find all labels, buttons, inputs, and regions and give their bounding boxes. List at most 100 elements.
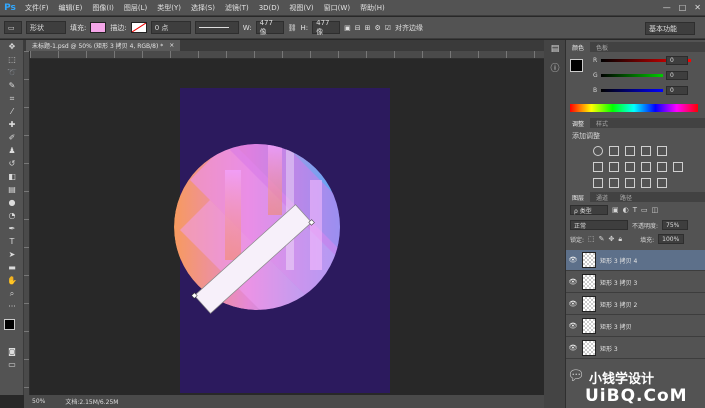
tab-styles[interactable]: 样式 (590, 118, 614, 128)
quick-mask-icon[interactable]: ◙ (0, 345, 24, 358)
brush-tool-icon[interactable]: ✐ (0, 131, 24, 144)
layer-item[interactable]: 👁︎ 矩形 3 拷贝 4 (566, 250, 705, 271)
crop-tool-icon[interactable]: ⌗ (0, 92, 24, 105)
gear-icon[interactable]: ⚙ (374, 24, 380, 32)
blue-slider[interactable] (601, 89, 663, 92)
document-tab[interactable]: 未标题-1.psd @ 50% (矩形 3 拷贝 4, RGB/8) * × (26, 40, 181, 51)
blend-mode-select[interactable]: 正常 (570, 220, 628, 230)
layer-item[interactable]: 👁︎ 矩形 3 拷贝 (566, 316, 705, 337)
tab-adjustments[interactable]: 调整 (566, 118, 591, 128)
path-select-tool-icon[interactable]: ➤ (0, 248, 24, 261)
zoom-level[interactable]: 50% (32, 398, 45, 405)
curves-icon[interactable] (625, 146, 635, 156)
filter-type-icon[interactable]: T (633, 206, 637, 214)
vertical-bar[interactable] (225, 170, 241, 260)
lock-all-icon[interactable]: 🔒︎ (618, 235, 622, 244)
filter-adjust-icon[interactable]: ◐ (623, 206, 629, 214)
blue-value-input[interactable]: 0 (666, 86, 688, 95)
quick-select-tool-icon[interactable]: ✎ (0, 79, 24, 92)
height-input[interactable]: 477 像 (312, 19, 341, 36)
lasso-tool-icon[interactable]: ➰ (0, 66, 24, 79)
gradient-map-icon[interactable] (641, 178, 651, 188)
tab-channels[interactable]: 通道 (590, 192, 614, 202)
path-operations-icon[interactable]: ▣ (344, 24, 351, 32)
lock-move-icon[interactable]: ✥ (609, 235, 615, 243)
filter-smart-icon[interactable]: ◫ (652, 206, 659, 214)
visibility-eye-icon[interactable]: 👁︎ (566, 256, 580, 264)
menu-select[interactable]: 选择(S) (186, 3, 220, 13)
minimize-icon[interactable]: — (663, 3, 671, 12)
pen-tool-icon[interactable]: ✒ (0, 222, 24, 235)
layer-item[interactable]: 👁︎ 矩形 3 拷贝 3 (566, 272, 705, 293)
exposure-icon[interactable] (641, 146, 651, 156)
levels-icon[interactable] (609, 146, 619, 156)
more-tools-icon[interactable]: ··· (0, 300, 24, 313)
brightness-icon[interactable] (593, 146, 603, 156)
color-lookup-icon[interactable] (673, 162, 683, 172)
stroke-width-input[interactable]: 0 点 (150, 21, 191, 34)
rectangle-tool-icon[interactable]: ▬ (0, 261, 24, 274)
posterize-icon[interactable] (609, 178, 619, 188)
history-brush-icon[interactable]: ↺ (0, 157, 24, 170)
menu-image[interactable]: 图像(I) (87, 3, 119, 13)
hand-tool-icon[interactable]: ✋ (0, 274, 24, 287)
hue-saturation-icon[interactable] (593, 162, 603, 172)
menu-type[interactable]: 类型(Y) (152, 3, 186, 13)
foreground-color-swatch[interactable] (4, 319, 15, 330)
workspace-select[interactable]: 基本功能 (645, 22, 695, 35)
marquee-tool-icon[interactable]: ⬚ (0, 53, 24, 66)
channel-mixer-icon[interactable] (657, 162, 667, 172)
document-tab-close-icon[interactable]: × (169, 42, 174, 49)
filter-pixel-icon[interactable]: ▣ (612, 206, 619, 214)
stamp-tool-icon[interactable]: ♟ (0, 144, 24, 157)
artwork-canvas[interactable] (30, 60, 544, 395)
black-white-icon[interactable] (625, 162, 635, 172)
lock-transparent-icon[interactable]: ⬚ (588, 235, 595, 243)
path-arrangement-icon[interactable]: ⊞ (365, 24, 371, 32)
tab-paths[interactable]: 路径 (614, 192, 638, 202)
layer-item[interactable]: 👁︎ 矩形 3 拷贝 2 (566, 294, 705, 315)
threshold-icon[interactable] (625, 178, 635, 188)
layer-item[interactable]: 👁︎ 矩形 3 (566, 338, 705, 359)
type-tool-icon[interactable]: T (0, 235, 24, 248)
menu-3d[interactable]: 3D(D) (254, 4, 285, 12)
menu-filter[interactable]: 滤镜(T) (220, 3, 254, 13)
canvas-area[interactable] (30, 60, 544, 395)
visibility-eye-icon[interactable]: 👁︎ (566, 322, 580, 330)
shape-mode-select[interactable]: 形状 (26, 21, 66, 34)
menu-edit[interactable]: 编辑(E) (54, 3, 88, 13)
history-panel-icon[interactable]: ▤ (544, 40, 566, 58)
menu-layer[interactable]: 图层(L) (119, 3, 152, 13)
fill-input[interactable]: 100% (658, 234, 685, 244)
gradient-tool-icon[interactable]: ▤ (0, 183, 24, 196)
visibility-eye-icon[interactable]: 👁︎ (566, 344, 580, 352)
link-icon[interactable]: ⛓ (288, 24, 297, 32)
foreground-color-chip[interactable] (570, 59, 583, 72)
stroke-color-swatch[interactable] (130, 22, 147, 33)
menu-help[interactable]: 帮助(H) (355, 3, 390, 13)
fill-color-swatch[interactable] (90, 22, 107, 33)
menu-file[interactable]: 文件(F) (20, 3, 54, 13)
healing-tool-icon[interactable]: ✚ (0, 118, 24, 131)
screen-mode-icon[interactable]: ▭ (0, 358, 24, 371)
width-input[interactable]: 477 像 (255, 19, 284, 36)
layer-filter-select[interactable]: ρ 类型 (570, 205, 608, 215)
eyedropper-tool-icon[interactable]: ⁄ (0, 105, 24, 118)
green-value-input[interactable]: 0 (666, 71, 688, 80)
menu-view[interactable]: 视图(V) (284, 3, 318, 13)
vibrance-icon[interactable] (657, 146, 667, 156)
selective-color-icon[interactable] (657, 178, 667, 188)
visibility-eye-icon[interactable]: 👁︎ (566, 278, 580, 286)
vertical-bar[interactable] (286, 140, 294, 270)
vertical-bar[interactable] (268, 145, 282, 215)
zoom-tool-icon[interactable]: ⌕ (0, 287, 24, 300)
tab-color[interactable]: 颜色 (566, 42, 591, 52)
tab-layers[interactable]: 图层 (566, 192, 591, 202)
maximize-icon[interactable]: □ (679, 3, 687, 12)
lock-paint-icon[interactable]: ✎ (599, 235, 605, 243)
eraser-tool-icon[interactable]: ◧ (0, 170, 24, 183)
opacity-input[interactable]: 75% (662, 220, 689, 230)
color-balance-icon[interactable] (609, 162, 619, 172)
visibility-eye-icon[interactable]: 👁︎ (566, 300, 580, 308)
color-spectrum[interactable] (570, 104, 698, 112)
